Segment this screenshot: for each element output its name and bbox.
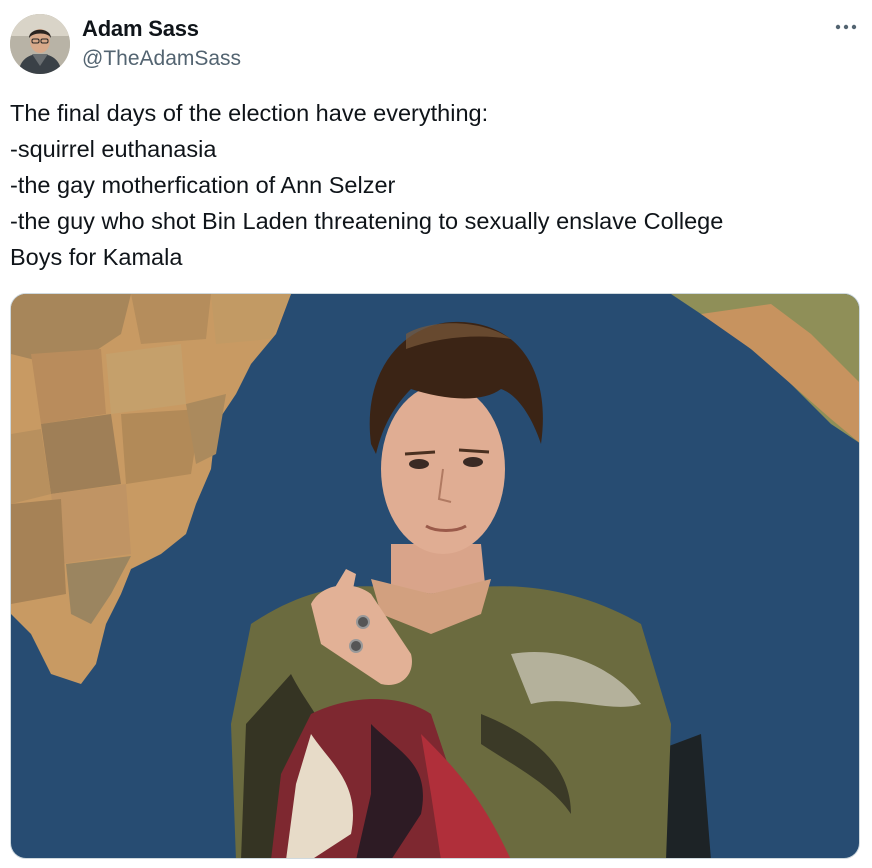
tweet-text-line: -the gay motherfication of Ann Selzer	[10, 172, 396, 198]
tweet-media-image[interactable]	[10, 293, 860, 859]
tweet-card: Adam Sass @TheAdamSass The final days of…	[0, 0, 872, 868]
more-options-button[interactable]	[826, 12, 866, 42]
tweet-text: The final days of the election have ever…	[10, 95, 850, 275]
tweet-text-line: Boys for Kamala	[10, 244, 183, 270]
profile-photo-icon	[10, 14, 70, 74]
tweet-text-line: -the guy who shot Bin Laden threatening …	[10, 208, 724, 234]
avatar[interactable]	[10, 14, 70, 74]
media-photo	[11, 294, 859, 858]
author-handle[interactable]: @TheAdamSass	[82, 47, 241, 71]
more-horizontal-icon	[835, 24, 857, 30]
tweet-text-line: -squirrel euthanasia	[10, 136, 217, 162]
tweet-text-line: The final days of the election have ever…	[10, 100, 489, 126]
author-display-name[interactable]: Adam Sass	[82, 16, 199, 42]
